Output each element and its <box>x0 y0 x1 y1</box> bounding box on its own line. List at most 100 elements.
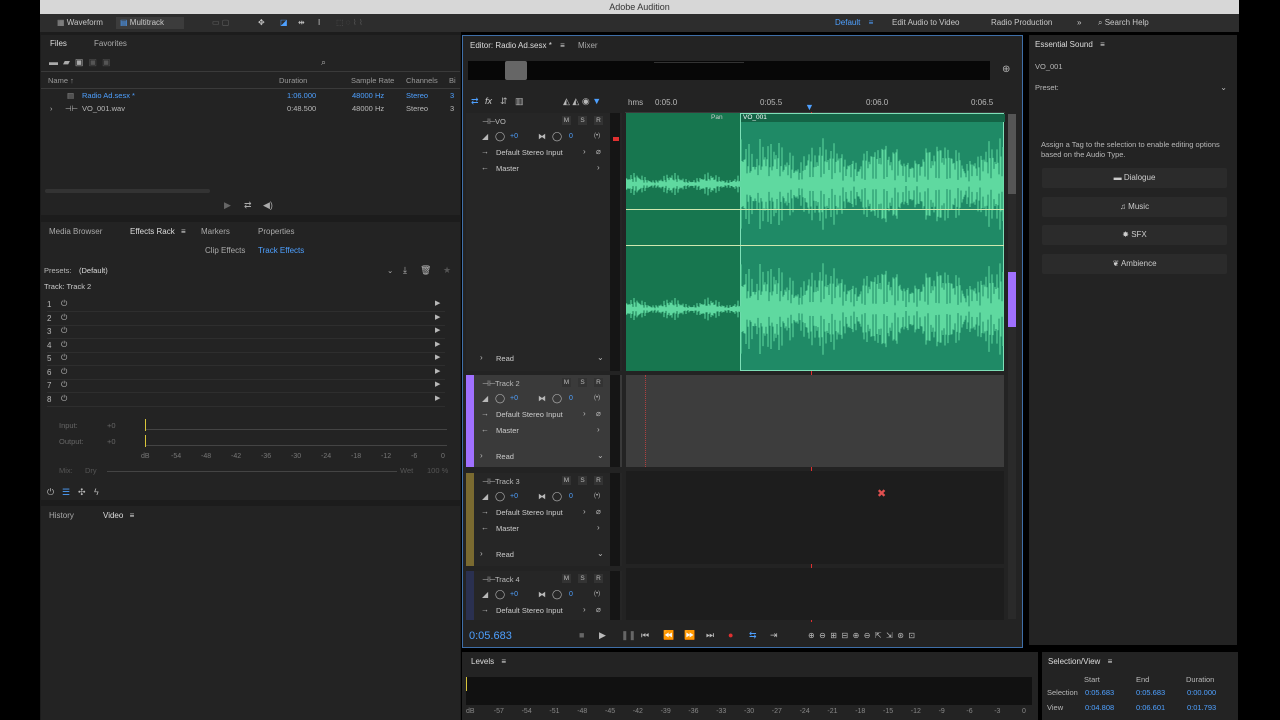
pan-knob[interactable]: ◯ <box>552 131 562 142</box>
favorite-icon[interactable]: ★ <box>443 265 451 276</box>
pan-value[interactable]: 0 <box>569 395 573 402</box>
time-display[interactable]: 0:05.683 <box>469 630 512 642</box>
expand-icon[interactable]: › <box>480 451 483 460</box>
search-icon[interactable]: ⌕ <box>321 57 326 68</box>
selection-view-title[interactable]: Selection/View ≡ <box>1048 657 1112 666</box>
power-icon[interactable]: ⏻ <box>61 394 67 404</box>
tab-clip-effects[interactable]: Clip Effects <box>205 246 245 255</box>
slot-menu-icon[interactable]: ▶ <box>435 299 440 307</box>
view-start[interactable]: 0:04.808 <box>1085 703 1114 713</box>
phase-icon[interactable]: (•) <box>594 395 600 401</box>
sends-icon[interactable]: ⇵ <box>500 96 508 107</box>
view-duration[interactable]: 0:01.793 <box>1187 703 1216 713</box>
waveform-button[interactable]: ▦ Waveform <box>57 17 117 29</box>
volume-knob[interactable]: ◯ <box>495 491 505 502</box>
sfx-button[interactable]: ✸ SFX <box>1042 225 1227 245</box>
essential-title[interactable]: Essential Sound ≡ <box>1035 40 1105 49</box>
col-name[interactable]: Name ↑ <box>48 76 74 86</box>
multitrack-button[interactable]: ▤ Multitrack <box>116 17 184 29</box>
output-value[interactable]: +0 <box>107 437 116 447</box>
track2-lane[interactable] <box>626 375 1004 467</box>
slot-menu-icon[interactable]: ▶ <box>435 326 440 334</box>
track-header[interactable]: ⊣⊢ Track 2 M S R ◢ ◯ +0 ⧓ ◯ 0 (•) → Defa… <box>466 375 622 467</box>
power-icon[interactable]: ⏻ <box>61 380 67 390</box>
track3-lane[interactable] <box>626 471 1004 564</box>
mute-button[interactable]: M <box>562 378 571 387</box>
col-channels[interactable]: Channels <box>406 76 438 86</box>
music-button[interactable]: ♫ Music <box>1042 197 1227 217</box>
apply-icon[interactable]: ✣ <box>78 487 86 498</box>
workspace-edit-audio[interactable]: Edit Audio to Video <box>892 17 959 29</box>
effect-slot[interactable]: 3 ⏻ ▶ <box>47 326 445 339</box>
power-icon[interactable]: ⏻ <box>47 487 54 498</box>
effect-slot[interactable]: 8 ⏻ ▶ <box>47 394 445 407</box>
record-arm-button[interactable]: R <box>594 574 603 583</box>
power-icon[interactable]: ⏻ <box>61 340 67 350</box>
power-icon[interactable]: ⏻ <box>61 353 67 363</box>
volume-knob[interactable]: ◯ <box>495 131 505 142</box>
file-toolbar-icons[interactable]: ▬ ▰ ▣ ▣ ▣ <box>49 57 110 68</box>
mute-button[interactable]: M <box>562 476 571 485</box>
vertical-scrollbar[interactable] <box>1008 114 1016 619</box>
move-tool-icon[interactable]: ✥ <box>258 17 265 29</box>
volume-envelope[interactable] <box>626 209 1004 210</box>
pan-knob[interactable]: ◯ <box>552 491 562 502</box>
time-selection-icon[interactable]: I <box>318 17 320 29</box>
solo-button[interactable]: S <box>578 574 587 583</box>
spectral-icon[interactable]: ▭ ▢ <box>212 17 229 29</box>
col-duration[interactable]: Duration <box>279 76 307 86</box>
toggle-icon[interactable]: ⇄ <box>471 96 479 107</box>
levels-title[interactable]: Levels ≡ <box>471 657 506 666</box>
time-ruler[interactable]: hms 0:05.0 0:05.5 0:06.0 0:06.5 ▼ <box>625 96 1005 113</box>
track-name[interactable]: Track 3 <box>495 477 520 486</box>
tab-editor[interactable]: Editor: Radio Ad.sesx * ≡ <box>470 41 565 50</box>
tab-effects-rack[interactable]: Effects Rack ≡ <box>130 227 186 236</box>
fast-forward-icon[interactable]: ⏩ <box>684 630 695 641</box>
trash-icon[interactable]: 🗑 <box>420 265 431 276</box>
slot-menu-icon[interactable]: ▶ <box>435 367 440 375</box>
mix-slider[interactable] <box>107 471 397 472</box>
play-icon[interactable]: ▶ <box>599 630 606 641</box>
slot-menu-icon[interactable]: ▶ <box>435 380 440 388</box>
track4-lane[interactable] <box>626 568 1004 620</box>
play-icon[interactable]: ▶ <box>224 200 231 211</box>
list-icon[interactable]: ☰ <box>62 487 70 498</box>
tab-track-effects[interactable]: Track Effects <box>258 246 304 255</box>
mute-button[interactable]: M <box>562 116 571 125</box>
playhead-marker-icon[interactable]: ▼ <box>805 102 814 112</box>
volume-value[interactable]: +0 <box>510 395 518 402</box>
loop-icon[interactable]: ⇄ <box>244 200 252 211</box>
solo-button[interactable]: S <box>578 476 587 485</box>
volume-knob[interactable]: ◯ <box>495 589 505 600</box>
eq-icon[interactable]: ▥ <box>515 96 524 107</box>
volume-value[interactable]: +0 <box>510 493 518 500</box>
preset-dropdown[interactable]: ⌄ <box>1061 83 1229 93</box>
effect-slot[interactable]: 6 ⏻ ▶ <box>47 367 445 380</box>
tab-video[interactable]: Video ≡ <box>103 511 134 520</box>
skip-icon[interactable]: ⇥ <box>770 630 778 641</box>
record-icon[interactable]: ● <box>728 630 733 640</box>
loop-icon[interactable]: ⇆ <box>749 630 757 641</box>
track-name[interactable]: Track 2 <box>495 379 520 388</box>
fx-icon[interactable]: fx <box>485 96 492 106</box>
scroll-thumb[interactable] <box>1008 114 1016 194</box>
presets-dropdown[interactable]: (Default) ⌄ <box>77 265 397 277</box>
slot-menu-icon[interactable]: ▶ <box>435 394 440 402</box>
view-end[interactable]: 0:06.601 <box>1136 703 1165 713</box>
pan-knob[interactable]: ◯ <box>552 393 562 404</box>
slip-tool-icon[interactable]: ⇹ <box>298 17 305 29</box>
power-icon[interactable]: ⏻ <box>61 367 67 377</box>
record-arm-button[interactable]: R <box>594 476 603 485</box>
expand-icon[interactable]: › <box>50 104 53 114</box>
workspace-radio[interactable]: Radio Production <box>991 17 1052 29</box>
col-bits[interactable]: Bi <box>449 76 456 86</box>
volume-knob[interactable]: ◯ <box>495 393 505 404</box>
track-name[interactable]: Track 4 <box>495 575 520 584</box>
razor-tool-icon[interactable]: ◪ <box>280 17 288 29</box>
solo-button[interactable]: S <box>578 378 587 387</box>
input-monitor-icon[interactable]: ⌀ <box>596 605 601 614</box>
search-help-input[interactable]: ⌕ Search Help <box>1098 17 1233 29</box>
effect-slot[interactable]: 2 ⏻ ▶ <box>47 313 445 326</box>
workspace-default[interactable]: Default ≡ <box>835 17 873 29</box>
dialogue-button[interactable]: ▬ Dialogue <box>1042 168 1227 188</box>
